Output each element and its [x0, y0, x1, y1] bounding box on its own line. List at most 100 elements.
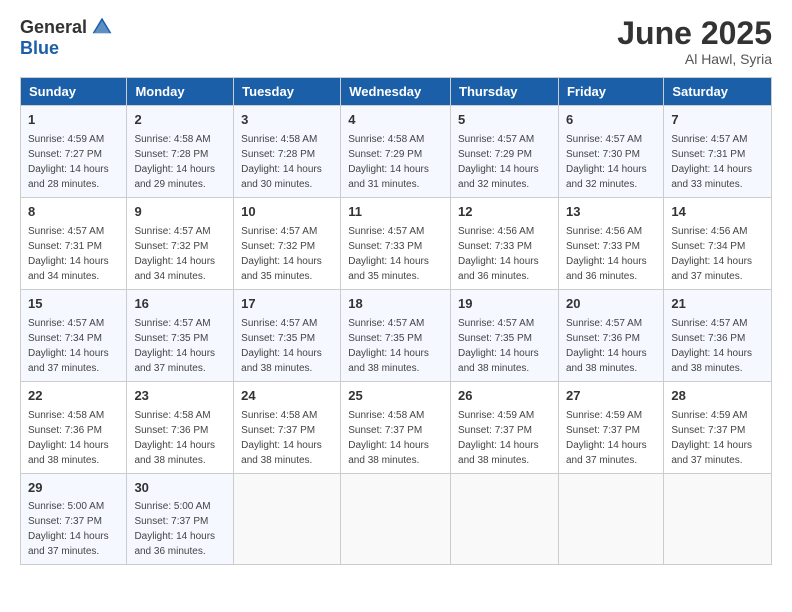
logo: General Blue: [20, 16, 113, 59]
logo-blue-text: Blue: [20, 38, 59, 59]
col-wednesday: Wednesday: [341, 78, 451, 106]
day-info: Sunrise: 4:58 AMSunset: 7:36 PMDaylight:…: [134, 408, 226, 468]
calendar-cell: [664, 473, 772, 565]
day-number: 9: [134, 203, 226, 222]
calendar-cell: 28 Sunrise: 4:59 AMSunset: 7:37 PMDayligh…: [664, 381, 772, 473]
header: General Blue June 2025 Al Hawl, Syria: [20, 16, 772, 67]
day-info: Sunrise: 4:57 AMSunset: 7:32 PMDaylight:…: [241, 224, 333, 284]
day-info: Sunrise: 4:57 AMSunset: 7:36 PMDaylight:…: [671, 316, 764, 376]
title-block: June 2025 Al Hawl, Syria: [617, 16, 772, 67]
day-info: Sunrise: 5:00 AMSunset: 7:37 PMDaylight:…: [134, 499, 226, 559]
day-info: Sunrise: 4:57 AMSunset: 7:30 PMDaylight:…: [566, 132, 656, 192]
calendar-cell: 21Sunrise: 4:57 AMSunset: 7:36 PMDayligh…: [664, 289, 772, 381]
calendar-cell: 2Sunrise: 4:58 AMSunset: 7:28 PMDaylight…: [127, 106, 234, 198]
day-number: 11: [348, 203, 443, 222]
col-tuesday: Tuesday: [234, 78, 341, 106]
month-title: June 2025: [617, 16, 772, 51]
calendar-cell: [341, 473, 451, 565]
calendar-cell: 12Sunrise: 4:56 AMSunset: 7:33 PMDayligh…: [451, 198, 559, 290]
day-info: Sunrise: 4:58 AMSunset: 7:29 PMDaylight:…: [348, 132, 443, 192]
day-info: Sunrise: 4:57 AMSunset: 7:35 PMDaylight:…: [458, 316, 551, 376]
calendar-cell: 13 Sunrise: 4:56 AMSunset: 7:33 PMDayligh…: [558, 198, 663, 290]
calendar-week-row: 22 Sunrise: 4:58 AMSunset: 7:36 PMDayligh…: [21, 381, 772, 473]
calendar-cell: 10 Sunrise: 4:57 AMSunset: 7:32 PMDayligh…: [234, 198, 341, 290]
location: Al Hawl, Syria: [617, 51, 772, 67]
calendar-cell: 20Sunrise: 4:57 AMSunset: 7:36 PMDayligh…: [558, 289, 663, 381]
day-number: 13: [566, 203, 656, 222]
day-info: Sunrise: 4:57 AMSunset: 7:35 PMDaylight:…: [348, 316, 443, 376]
day-number: 28: [671, 387, 764, 406]
calendar-cell: 23Sunrise: 4:58 AMSunset: 7:36 PMDayligh…: [127, 381, 234, 473]
day-number: 1: [28, 111, 119, 130]
day-number: 2: [134, 111, 226, 130]
day-info: Sunrise: 4:57 AMSunset: 7:34 PMDaylight:…: [28, 316, 119, 376]
day-number: 26: [458, 387, 551, 406]
calendar-week-row: 8 Sunrise: 4:57 AMSunset: 7:31 PMDaylight…: [21, 198, 772, 290]
calendar-cell: 24 Sunrise: 4:58 AMSunset: 7:37 PMDayligh…: [234, 381, 341, 473]
calendar-cell: [234, 473, 341, 565]
col-sunday: Sunday: [21, 78, 127, 106]
day-info: Sunrise: 4:56 AMSunset: 7:33 PMDaylight:…: [566, 224, 656, 284]
day-number: 17: [241, 295, 333, 314]
calendar-cell: 3Sunrise: 4:58 AMSunset: 7:28 PMDaylight…: [234, 106, 341, 198]
day-info: Sunrise: 4:59 AMSunset: 7:37 PMDaylight:…: [458, 408, 551, 468]
calendar-cell: 11 Sunrise: 4:57 AMSunset: 7:33 PMDayligh…: [341, 198, 451, 290]
calendar-cell: 1 Sunrise: 4:59 AMSunset: 7:27 PMDaylight…: [21, 106, 127, 198]
day-info: Sunrise: 4:57 AMSunset: 7:32 PMDaylight:…: [134, 224, 226, 284]
day-info: Sunrise: 4:57 AMSunset: 7:31 PMDaylight:…: [28, 224, 119, 284]
day-number: 3: [241, 111, 333, 130]
calendar-cell: 7 Sunrise: 4:57 AMSunset: 7:31 PMDaylight…: [664, 106, 772, 198]
day-number: 19: [458, 295, 551, 314]
calendar-cell: [558, 473, 663, 565]
calendar-cell: 25 Sunrise: 4:58 AMSunset: 7:37 PMDayligh…: [341, 381, 451, 473]
calendar-table: Sunday Monday Tuesday Wednesday Thursday…: [20, 77, 772, 565]
day-number: 24: [241, 387, 333, 406]
day-number: 25: [348, 387, 443, 406]
logo-icon: [91, 16, 113, 38]
col-saturday: Saturday: [664, 78, 772, 106]
day-info: Sunrise: 4:56 AMSunset: 7:34 PMDaylight:…: [671, 224, 764, 284]
calendar-cell: 4Sunrise: 4:58 AMSunset: 7:29 PMDaylight…: [341, 106, 451, 198]
day-info: Sunrise: 4:58 AMSunset: 7:37 PMDaylight:…: [348, 408, 443, 468]
day-number: 15: [28, 295, 119, 314]
calendar-cell: 29Sunrise: 5:00 AMSunset: 7:37 PMDayligh…: [21, 473, 127, 565]
day-info: Sunrise: 4:57 AMSunset: 7:33 PMDaylight:…: [348, 224, 443, 284]
calendar-cell: 14 Sunrise: 4:56 AMSunset: 7:34 PMDayligh…: [664, 198, 772, 290]
logo-general-text: General: [20, 17, 87, 38]
day-number: 8: [28, 203, 119, 222]
day-info: Sunrise: 5:00 AMSunset: 7:37 PMDaylight:…: [28, 499, 119, 559]
day-info: Sunrise: 4:57 AMSunset: 7:31 PMDaylight:…: [671, 132, 764, 192]
day-number: 16: [134, 295, 226, 314]
calendar-cell: 15 Sunrise: 4:57 AMSunset: 7:34 PMDayligh…: [21, 289, 127, 381]
day-info: Sunrise: 4:56 AMSunset: 7:33 PMDaylight:…: [458, 224, 551, 284]
day-number: 27: [566, 387, 656, 406]
calendar-cell: 19 Sunrise: 4:57 AMSunset: 7:35 PMDayligh…: [451, 289, 559, 381]
calendar-cell: 6 Sunrise: 4:57 AMSunset: 7:30 PMDaylight…: [558, 106, 663, 198]
col-thursday: Thursday: [451, 78, 559, 106]
calendar-header-row: Sunday Monday Tuesday Wednesday Thursday…: [21, 78, 772, 106]
calendar-cell: 27 Sunrise: 4:59 AMSunset: 7:37 PMDayligh…: [558, 381, 663, 473]
day-number: 29: [28, 479, 119, 498]
day-number: 22: [28, 387, 119, 406]
calendar-cell: 22 Sunrise: 4:58 AMSunset: 7:36 PMDayligh…: [21, 381, 127, 473]
calendar-week-row: 1 Sunrise: 4:59 AMSunset: 7:27 PMDaylight…: [21, 106, 772, 198]
day-info: Sunrise: 4:57 AMSunset: 7:35 PMDaylight:…: [134, 316, 226, 376]
col-friday: Friday: [558, 78, 663, 106]
calendar-cell: 16 Sunrise: 4:57 AMSunset: 7:35 PMDayligh…: [127, 289, 234, 381]
day-number: 5: [458, 111, 551, 130]
day-info: Sunrise: 4:59 AMSunset: 7:37 PMDaylight:…: [566, 408, 656, 468]
day-number: 7: [671, 111, 764, 130]
day-info: Sunrise: 4:59 AMSunset: 7:37 PMDaylight:…: [671, 408, 764, 468]
day-number: 14: [671, 203, 764, 222]
day-info: Sunrise: 4:58 AMSunset: 7:37 PMDaylight:…: [241, 408, 333, 468]
calendar-week-row: 15 Sunrise: 4:57 AMSunset: 7:34 PMDayligh…: [21, 289, 772, 381]
day-info: Sunrise: 4:59 AMSunset: 7:27 PMDaylight:…: [28, 132, 119, 192]
calendar-cell: 26 Sunrise: 4:59 AMSunset: 7:37 PMDayligh…: [451, 381, 559, 473]
day-info: Sunrise: 4:57 AMSunset: 7:29 PMDaylight:…: [458, 132, 551, 192]
day-number: 10: [241, 203, 333, 222]
day-info: Sunrise: 4:57 AMSunset: 7:35 PMDaylight:…: [241, 316, 333, 376]
day-number: 6: [566, 111, 656, 130]
day-info: Sunrise: 4:58 AMSunset: 7:36 PMDaylight:…: [28, 408, 119, 468]
col-monday: Monday: [127, 78, 234, 106]
calendar-cell: [451, 473, 559, 565]
